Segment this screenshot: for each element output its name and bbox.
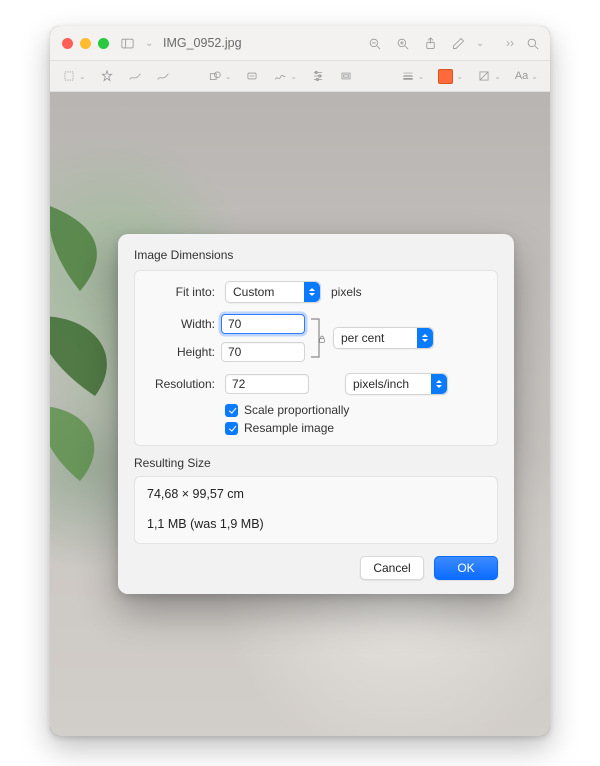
height-label: Height: [147,345,221,359]
stepper-icon [431,374,447,394]
search-icon[interactable] [522,33,542,53]
text-tool-icon[interactable] [245,69,259,83]
height-input[interactable]: 70 [221,342,305,362]
fit-into-value: Custom [233,285,274,299]
close-window-button[interactable] [62,38,73,49]
resulting-filesize: 1,1 MB (was 1,9 MB) [147,517,485,531]
chevron-down-icon[interactable]: ⌄ [476,38,484,49]
resolution-unit-select[interactable]: pixels/inch [345,373,448,395]
scale-proportionally-checkbox[interactable] [225,404,238,417]
resolution-label: Resolution: [147,377,221,391]
wh-unit-select[interactable]: per cent [333,327,434,349]
resulting-dimensions: 74,68 × 99,57 cm [147,487,485,501]
selection-tool-icon[interactable]: ⌄ [62,69,86,83]
height-value: 70 [228,345,241,359]
wh-unit-value: per cent [341,331,384,345]
width-label: Width: [147,317,221,331]
stepper-icon [417,328,433,348]
resulting-size-panel: 74,68 × 99,57 cm 1,1 MB (was 1,9 MB) [134,476,498,544]
sign-tool-icon[interactable]: ⌄ [273,69,297,83]
resulting-size-title: Resulting Size [134,456,498,470]
dimensions-panel: Fit into: Custom pixels Width: 70 Height [134,270,498,446]
ok-button[interactable]: OK [434,556,498,580]
cancel-button[interactable]: Cancel [360,556,424,580]
shapes-tool-icon[interactable]: ⌄ [208,69,232,83]
window-title: IMG_0952.jpg [163,36,242,50]
resample-image-checkbox[interactable] [225,422,238,435]
sketch-tool-icon[interactable] [128,69,142,83]
preview-window: ⌄ IMG_0952.jpg ⌄ ›› ⌄ [50,26,550,736]
chevron-down-icon[interactable]: ⌄ [145,38,153,49]
sidebar-toggle-icon[interactable] [117,33,137,53]
adjust-size-icon[interactable] [339,69,353,83]
share-icon[interactable] [420,33,440,53]
width-value: 70 [228,317,241,331]
zoom-in-icon[interactable] [392,33,412,53]
scale-proportionally-label: Scale proportionally [244,403,349,417]
window-titlebar: ⌄ IMG_0952.jpg ⌄ ›› [50,26,550,61]
line-weight-icon[interactable]: ⌄ [401,69,425,83]
fit-into-label: Fit into: [147,285,221,299]
fit-into-unit: pixels [325,285,485,299]
ok-button-label: OK [457,561,474,575]
cancel-button-label: Cancel [373,561,410,575]
markup-toolbar: ⌄ ⌄ ⌄ [50,61,550,92]
fit-into-select[interactable]: Custom [225,281,321,303]
aspect-lock-bracket [309,313,329,363]
resolution-value: 72 [232,377,245,391]
markup-icon[interactable] [448,33,468,53]
draw-tool-icon[interactable] [156,69,170,83]
adjust-color-icon[interactable] [311,69,325,83]
resolution-input[interactable]: 72 [225,374,309,394]
resample-image-label: Resample image [244,421,334,435]
stroke-color-icon[interactable]: ⌄ [438,69,463,84]
zoom-out-icon[interactable] [364,33,384,53]
fill-color-icon[interactable]: ⌄ [477,69,501,83]
traffic-lights [62,38,109,49]
stepper-icon [304,282,320,302]
image-dimensions-dialog: Image Dimensions Fit into: Custom pixels… [118,234,514,594]
text-style-icon[interactable]: Aa⌄ [515,70,538,82]
width-input[interactable]: 70 [221,314,305,334]
instant-alpha-icon[interactable] [100,69,114,83]
overflow-icon[interactable]: ›› [506,36,514,50]
minimize-window-button[interactable] [80,38,91,49]
zoom-window-button[interactable] [98,38,109,49]
dialog-section-title: Image Dimensions [134,248,498,262]
resolution-unit-value: pixels/inch [353,377,409,391]
